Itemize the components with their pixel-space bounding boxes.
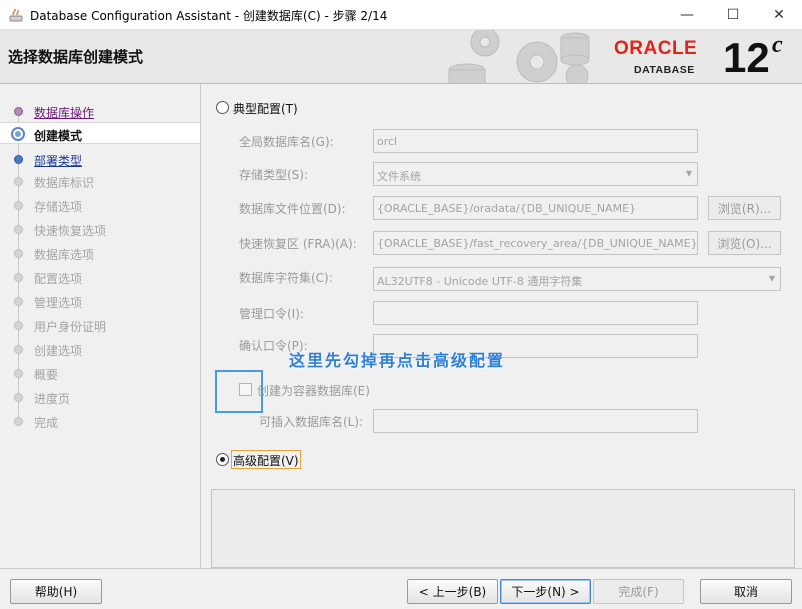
message-panel [211, 489, 795, 568]
sidebar-step-label: 配置选项 [34, 272, 83, 286]
annotation-highlight-box [215, 370, 263, 413]
window-title: Database Configuration Assistant - 创建数据库… [30, 9, 388, 23]
pluggable-db-name-input[interactable] [373, 409, 698, 433]
wizard-steps-sidebar: 数据库操作 创建模式 部署类型 数据库标识 存储选项 快速恢复选项 数据库选项 … [0, 84, 201, 568]
step-dot-icon [14, 155, 23, 164]
oracle-logo: ORACLE DATABASE 12 c [600, 30, 802, 83]
step-dot-icon [14, 297, 23, 306]
sidebar-step-database-identification: 数据库标识 [0, 170, 200, 192]
sidebar-step-finish: 完成 [0, 410, 200, 432]
sidebar-step-database-options: 数据库选项 [0, 242, 200, 264]
step-dot-icon [14, 201, 23, 210]
help-button[interactable]: 帮助(H) [10, 579, 102, 604]
step-dot-icon [14, 273, 23, 282]
browse-db-files-button[interactable]: 浏览(R)... [708, 196, 781, 220]
pluggable-db-name-label: 可插入数据库名(L): [259, 415, 364, 429]
next-button[interactable]: 下一步(N) > [500, 579, 591, 604]
footer-button-bar: 帮助(H) < 上一步(B) 下一步(N) > 完成(F) 取消 [0, 568, 802, 609]
page-title: 选择数据库创建模式 [8, 48, 144, 66]
minimize-button[interactable]: — [664, 0, 710, 30]
sidebar-step-label: 创建模式 [34, 129, 83, 143]
step-dot-icon [14, 177, 23, 186]
db-file-location-label: 数据库文件位置(D): [239, 202, 346, 216]
step-dot-icon [14, 393, 23, 402]
annotation-text: 这里先勾掉再点击高级配置 [289, 351, 506, 370]
step-dot-icon [14, 107, 23, 116]
storage-type-label: 存储类型(S): [239, 168, 309, 182]
sidebar-step-label: 快速恢复选项 [34, 224, 107, 238]
header-banner: 选择数据库创建模式 ORACLE DATABASE 12 c [0, 30, 802, 84]
fra-label: 快速恢复区 (FRA)(A): [239, 237, 357, 251]
charset-label: 数据库字符集(C): [239, 271, 333, 285]
sidebar-step-fast-recovery-options: 快速恢复选项 [0, 218, 200, 240]
charset-select[interactable]: AL32UTF8 - Unicode UTF-8 通用字符集 [373, 267, 781, 291]
step-current-icon [11, 127, 25, 141]
step-dot-icon [14, 417, 23, 426]
sidebar-step-database-operation[interactable]: 数据库操作 [0, 100, 200, 122]
sidebar-step-progress: 进度页 [0, 386, 200, 408]
sidebar-step-label: 部署类型 [34, 154, 83, 168]
sidebar-step-deployment-type[interactable]: 部署类型 [0, 148, 200, 170]
advanced-config-label[interactable]: 高级配置(V) [233, 452, 299, 469]
sidebar-step-label: 创建选项 [34, 344, 83, 358]
advanced-config-radio[interactable] [216, 453, 229, 466]
sidebar-step-summary: 概要 [0, 362, 200, 384]
oracle-version: 12 [723, 34, 770, 81]
sidebar-step-label: 数据库标识 [34, 176, 95, 190]
oracle-brand: ORACLE [614, 38, 698, 59]
sidebar-step-label: 数据库选项 [34, 248, 95, 262]
gears-database-graphic [448, 30, 590, 83]
global-db-name-label: 全局数据库名(G): [239, 135, 334, 149]
storage-type-select[interactable]: 文件系统 [373, 162, 698, 186]
step-dot-icon [14, 249, 23, 258]
java-app-icon [9, 8, 23, 22]
oracle-brand-sub: DATABASE [634, 64, 695, 76]
step-dot-icon [14, 345, 23, 354]
step-dot-icon [14, 369, 23, 378]
sidebar-step-label: 存储选项 [34, 200, 83, 214]
finish-button[interactable]: 完成(F) [593, 579, 684, 604]
step-dot-icon [14, 225, 23, 234]
sidebar-step-user-credentials: 用户身份证明 [0, 314, 200, 336]
typical-config-label[interactable]: 典型配置(T) [233, 100, 298, 117]
sidebar-step-label: 管理选项 [34, 296, 83, 310]
back-button[interactable]: < 上一步(B) [407, 579, 498, 604]
sidebar-step-management-options: 管理选项 [0, 290, 200, 312]
fra-location-input[interactable]: {ORACLE_BASE}/fast_recovery_area/{DB_UNI… [373, 231, 698, 255]
sidebar-step-label: 数据库操作 [34, 106, 95, 120]
global-db-name-input[interactable]: orcl [373, 129, 698, 153]
cancel-button[interactable]: 取消 [700, 579, 792, 604]
container-db-label[interactable]: 创建为容器数据库(E) [257, 382, 370, 399]
sidebar-step-creation-options: 创建选项 [0, 338, 200, 360]
close-button[interactable]: ✕ [756, 0, 802, 30]
sidebar-step-configuration-options: 配置选项 [0, 266, 200, 288]
admin-password-label: 管理口令(I): [239, 307, 304, 321]
typical-config-radio[interactable] [216, 101, 229, 114]
browse-fra-button[interactable]: 浏览(O)... [708, 231, 781, 255]
sidebar-step-label: 用户身份证明 [34, 320, 107, 334]
db-file-location-input[interactable]: {ORACLE_BASE}/oradata/{DB_UNIQUE_NAME} [373, 196, 698, 220]
sidebar-step-label: 完成 [34, 416, 59, 430]
title-bar: Database Configuration Assistant - 创建数据库… [0, 0, 802, 30]
maximize-button[interactable]: ☐ [710, 0, 756, 30]
oracle-version-suffix: c [772, 32, 783, 58]
sidebar-step-storage-options: 存储选项 [0, 194, 200, 216]
sidebar-step-label: 进度页 [34, 392, 71, 406]
step-dot-icon [14, 321, 23, 330]
admin-password-input[interactable] [373, 301, 698, 325]
sidebar-step-creation-mode[interactable]: 创建模式 [0, 122, 200, 144]
sidebar-step-label: 概要 [34, 368, 59, 382]
main-panel: 典型配置(T) 全局数据库名(G): orcl 存储类型(S): 文件系统 数据… [201, 84, 802, 568]
